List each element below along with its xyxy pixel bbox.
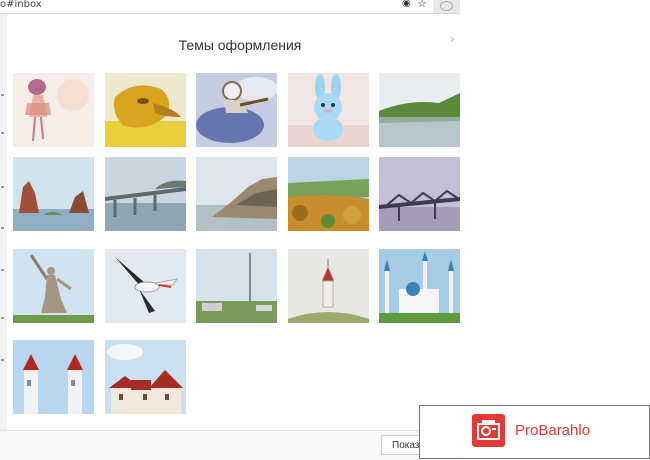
theme-tile-flying-stork[interactable] [105, 249, 186, 323]
dialog-title: Темы оформления [178, 37, 302, 53]
theme-tile-golden-face[interactable] [105, 73, 186, 147]
theme-tile-red-roof-palace[interactable] [105, 340, 186, 414]
theme-tile-red-spire-towers[interactable] [13, 340, 94, 414]
eye-icon[interactable]: ◉ [402, 0, 411, 9]
theme-tile-girl-illustration[interactable] [13, 73, 94, 147]
theme-tile-mosque[interactable] [379, 249, 460, 323]
theme-tile-river-bridge[interactable] [105, 157, 186, 231]
extension-icon [440, 1, 453, 11]
theme-tile-railway-bridge[interactable] [379, 157, 460, 231]
theme-tile-plush-bunny[interactable] [288, 73, 369, 147]
theme-tile-rock-formation[interactable] [13, 157, 94, 231]
theme-tile-tv-tower[interactable] [196, 249, 277, 323]
right-blank-area [460, 0, 650, 459]
star-icon[interactable]: ☆ [417, 0, 427, 10]
close-icon[interactable]: › [450, 30, 455, 46]
theme-tile-chapel-on-hill[interactable] [288, 249, 369, 323]
theme-tile-river-shore[interactable] [379, 73, 460, 147]
theme-tile-motherland-statue[interactable] [13, 249, 94, 323]
browser-address-bar[interactable]: o#inbox ◉ ☆ [0, 0, 460, 14]
theme-tile-astronaut-watercolor[interactable] [196, 73, 277, 147]
extension-button[interactable] [433, 0, 460, 13]
watermark-text: ProBarahlo [515, 422, 591, 439]
watermark-logo-icon [472, 414, 505, 447]
watermark: ProBarahlo [419, 405, 650, 459]
theme-tile-autumn-valley[interactable] [288, 157, 369, 231]
url-text[interactable]: o#inbox [0, 0, 42, 10]
theme-tile-rocky-cape[interactable] [196, 157, 277, 231]
